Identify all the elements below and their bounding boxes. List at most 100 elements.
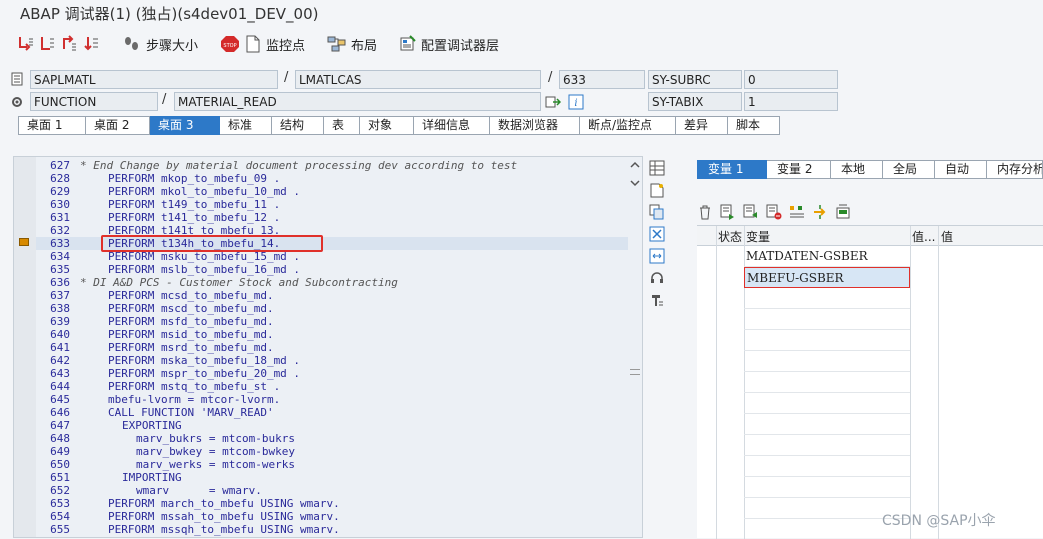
tab-details[interactable]: 详细信息 [414, 116, 490, 135]
layout-button[interactable]: 布局 [327, 32, 377, 56]
variable-row-empty[interactable] [744, 393, 910, 414]
code-line[interactable]: 651 IMPORTING [36, 471, 628, 484]
tab-memory-analysis[interactable]: 内存分析 [987, 160, 1043, 179]
tab-data-explorer[interactable]: 数据浏览器 [490, 116, 580, 135]
code-line[interactable]: 652 wmarv = wmarv. [36, 484, 628, 497]
export-icon[interactable] [835, 204, 851, 220]
continue-button[interactable] [82, 32, 100, 56]
tab-global[interactable]: 全局 [883, 160, 935, 179]
tab-desktop-3[interactable]: 桌面 3 [150, 116, 220, 135]
tab-diff[interactable]: 差异 [676, 116, 728, 135]
return-button[interactable] [60, 32, 78, 56]
code-line[interactable]: 655 PERFORM mssqh_to_mbefu USING wmarv. [36, 523, 628, 536]
code-line[interactable]: 639 PERFORM msfd_to_mbefu_md. [36, 315, 628, 328]
info-icon[interactable]: i [568, 94, 584, 110]
variable-row-empty[interactable] [744, 456, 910, 477]
tab-variables-2[interactable]: 变量 2 [767, 160, 831, 179]
program-field[interactable]: SAPLMATL [30, 70, 278, 89]
execute-step-button[interactable] [38, 32, 56, 56]
code-line[interactable]: 646 CALL FUNCTION 'MARV_READ' [36, 406, 628, 419]
new-window-button[interactable] [647, 180, 667, 200]
code-line[interactable]: 635 PERFORM mslb_to_mbefu_16_md . [36, 263, 628, 276]
maximize-button[interactable] [647, 246, 667, 266]
delete-icon[interactable] [697, 204, 713, 220]
stop-button[interactable]: STOP [220, 32, 240, 56]
col-value-header[interactable]: 值 [941, 228, 953, 245]
tab-tables[interactable]: 表 [324, 116, 360, 135]
append-row-icon[interactable] [743, 204, 759, 220]
configure-layer-icon [400, 35, 416, 51]
event-type-field[interactable]: FUNCTION [30, 92, 158, 111]
source-code-editor[interactable]: 627 * End Change by material document pro… [13, 156, 643, 538]
line-text: PERFORM mstq_to_mbefu_st . [108, 380, 281, 393]
code-line[interactable]: 637 PERFORM mcsd_to_mbefu_md. [36, 289, 628, 302]
line-text: PERFORM t141_to_mbefu_12 . [108, 211, 281, 224]
tab-desktop-1[interactable]: 桌面 1 [18, 116, 86, 135]
variable-row-empty[interactable] [744, 351, 910, 372]
editor-scrollbar[interactable] [628, 157, 642, 537]
line-text: PERFORM msfd_to_mbefu_md. [108, 315, 274, 328]
include-field[interactable]: LMATLCAS [295, 70, 541, 89]
tab-breakpoints[interactable]: 断点/监控点 [580, 116, 676, 135]
watchpoints-button[interactable]: 监控点 [244, 32, 305, 56]
tab-auto[interactable]: 自动 [935, 160, 987, 179]
code-line[interactable]: 636 * DI A&D PCS - Customer Stock and Sub… [36, 276, 628, 289]
code-line[interactable]: 644 PERFORM mstq_to_mbefu_st . [36, 380, 628, 393]
tab-objects[interactable]: 对象 [360, 116, 414, 135]
variable-row-empty[interactable] [744, 414, 910, 435]
continue-icon [84, 37, 98, 51]
transfer-icon[interactable] [812, 204, 828, 220]
variable-row-selected[interactable]: MBEFU-GSBER [744, 267, 910, 288]
code-line[interactable]: 648 marv_bukrs = mtcom-bukrs [36, 432, 628, 445]
copy-button[interactable] [647, 202, 667, 222]
tab-variables-1[interactable]: 变量 1 [697, 160, 767, 179]
variable-row-empty[interactable] [744, 330, 910, 351]
navigate-icon[interactable] [545, 94, 561, 110]
headset-button[interactable] [647, 268, 667, 288]
tab-structures[interactable]: 结构 [272, 116, 324, 135]
variable-row-empty[interactable] [744, 435, 910, 456]
code-line[interactable]: 650 marv_werks = mtcom-werks [36, 458, 628, 471]
tab-script[interactable]: 脚本 [728, 116, 780, 135]
close-view-button[interactable] [647, 224, 667, 244]
code-line[interactable]: 638 PERFORM mscd_to_mbefu_md. [36, 302, 628, 315]
tab-desktop-2[interactable]: 桌面 2 [86, 116, 150, 135]
line-text: * DI A&D PCS - Customer Stock and Subcon… [80, 276, 398, 289]
tab-local[interactable]: 本地 [831, 160, 883, 179]
variable-row-empty[interactable] [744, 309, 910, 330]
code-line[interactable]: 642 PERFORM mska_to_mbefu_18_md . [36, 354, 628, 367]
sort-icon[interactable] [789, 204, 805, 220]
code-line[interactable]: 630 PERFORM t149_to_mbefu_11 . [36, 198, 628, 211]
tab-standard[interactable]: 标准 [220, 116, 272, 135]
single-step-button[interactable] [16, 32, 34, 56]
code-line[interactable]: 641 PERFORM msrd_to_mbefu_md. [36, 341, 628, 354]
code-line[interactable]: 628 PERFORM mkop_to_mbefu_09 . [36, 172, 628, 185]
step-size-button[interactable]: 步骤大小 [122, 32, 198, 56]
col-status-header[interactable]: 状态 [718, 228, 742, 245]
code-line[interactable]: 627 * End Change by material document pro… [36, 159, 628, 172]
event-name-field[interactable]: MATERIAL_READ [174, 92, 541, 111]
code-line[interactable]: 653 PERFORM march_to_mbefu USING wmarv. [36, 497, 628, 510]
configure-layer-button[interactable]: 配置调试器层 [399, 32, 499, 56]
breakpoint-gutter[interactable] [14, 157, 36, 537]
code-line[interactable]: 643 PERFORM mspr_to_mbefu_20_md . [36, 367, 628, 380]
col-value-short-header[interactable]: 值... [912, 228, 935, 245]
tool-settings-button[interactable] [647, 290, 667, 310]
variable-row[interactable]: MATDATEN-GSBER [744, 246, 910, 267]
code-line[interactable]: 654 PERFORM mssah_to_mbefu USING wmarv. [36, 510, 628, 523]
code-line[interactable]: 640 PERFORM msid_to_mbefu_md. [36, 328, 628, 341]
code-line[interactable]: 647 EXPORTING [36, 419, 628, 432]
variable-row-empty[interactable] [744, 477, 910, 498]
variable-row-empty[interactable] [744, 372, 910, 393]
source-view-button[interactable] [647, 158, 667, 178]
code-line[interactable]: 645 mbefu-lvorm = mtcor-lvorm. [36, 393, 628, 406]
scroll-thumb[interactable] [630, 369, 640, 375]
line-number-field[interactable]: 633 [559, 70, 645, 89]
remove-row-icon[interactable] [766, 204, 782, 220]
code-line[interactable]: 629 PERFORM mkol_to_mbefu_10_md . [36, 185, 628, 198]
col-variable-header[interactable]: 变量 [746, 228, 770, 245]
code-line[interactable]: 631 PERFORM t141_to_mbefu_12 . [36, 211, 628, 224]
code-line[interactable]: 649 marv_bwkey = mtcom-bwkey [36, 445, 628, 458]
variable-row-empty[interactable] [744, 288, 910, 309]
insert-row-icon[interactable] [720, 204, 736, 220]
